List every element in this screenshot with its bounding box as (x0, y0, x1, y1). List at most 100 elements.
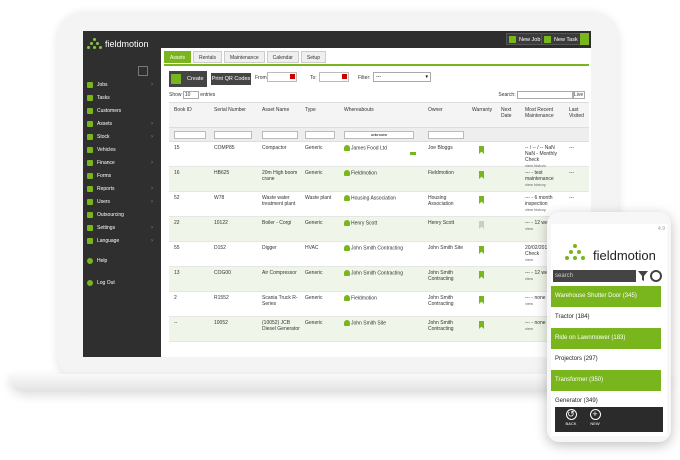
column-header[interactable]: Next Date (501, 107, 519, 119)
recent-maintenance-cell[interactable]: -- / -- / -- NaN NaN - Monthly Check view… (525, 145, 565, 169)
column-filter-input[interactable] (305, 131, 335, 139)
sidebar-item-settings[interactable]: Settings › (87, 222, 159, 235)
whereabouts-cell[interactable]: James Food Ltd (344, 145, 416, 151)
asset-category-item[interactable]: Transformer (350) (551, 370, 661, 391)
person-icon (344, 170, 350, 176)
tab-setup[interactable]: Setup (300, 51, 326, 63)
asset-category-item[interactable]: Ride on Lawnmower (183) (551, 328, 661, 349)
calendar-icon[interactable] (290, 74, 295, 79)
table-row[interactable]: 13 COG00 Air Compressor Generic John Smith C… (169, 267, 589, 292)
view-history-links[interactable]: view history (525, 182, 565, 188)
whereabouts-cell[interactable]: John Smith Contracting (344, 245, 416, 251)
new-job-button[interactable]: New Job (506, 33, 545, 45)
chevron-right-icon: › (151, 186, 153, 192)
warranty-ribbon-icon (479, 271, 484, 279)
whereabouts-text: Henry Scott (351, 220, 378, 227)
power-icon (87, 280, 93, 286)
table-row[interactable]: 55 D152 Digger HVAC John Smith Contracting Jo… (169, 242, 589, 267)
sidebar-item-vehicles[interactable]: Vehicles (87, 144, 159, 157)
column-header[interactable]: Book ID (174, 107, 208, 113)
column-header[interactable]: Serial Number (214, 107, 254, 113)
tab-rentals[interactable]: Rentals (193, 51, 222, 63)
column-header[interactable]: Most Recent Maintenance (525, 107, 565, 119)
column-filter-input[interactable] (174, 131, 206, 139)
type-cell: Generic (305, 270, 323, 276)
book-id-cell: 22 (174, 220, 180, 226)
whereabouts-cell[interactable]: John Smith Site (344, 320, 416, 326)
table-row[interactable]: 52 W78 Waste water treatment plant Waste pl… (169, 192, 589, 217)
table-row[interactable]: 16 HB625 20m High boom crane Generic Fieldmo… (169, 167, 589, 192)
filter-select[interactable]: --- ▾ (373, 72, 431, 82)
calendar-icon[interactable] (342, 74, 347, 79)
sidebar-item-reports[interactable]: Reports › (87, 183, 159, 196)
grid-icon[interactable] (138, 66, 148, 76)
person-icon (344, 270, 350, 276)
sidebar-item-tasks[interactable]: Tasks (87, 92, 159, 105)
column-header[interactable]: Last Visited (569, 107, 587, 119)
jobs-icon (87, 82, 93, 88)
assets-table: Book ID Serial Number Asset Name Type Wherea… (169, 102, 589, 342)
to-date-input[interactable] (319, 72, 349, 82)
sidebar-item-jobs[interactable]: Jobs › (87, 79, 159, 92)
table-row[interactable]: 15 COMP85 Compactor Generic James Food Ltd Jo… (169, 142, 589, 169)
person-icon (344, 295, 350, 301)
whereabouts-cell[interactable]: Fieldmotion (344, 170, 416, 176)
zoom-icon[interactable] (650, 270, 662, 282)
sidebar-help[interactable]: Help (87, 255, 159, 268)
filter-icon[interactable] (638, 271, 648, 281)
column-header[interactable]: Owner (428, 107, 466, 113)
recent-maintenance-cell[interactable]: --- - 6 month inspection view history (525, 195, 565, 213)
tab-calendar[interactable]: Calendar (266, 51, 299, 63)
sidebar-logout[interactable]: Log Out (87, 277, 159, 290)
recent-maintenance-cell[interactable]: --- - test maintenance view history (525, 170, 565, 188)
table-row[interactable]: 22 10122 Boiler - Corgi Generic Henry Scott H… (169, 217, 589, 242)
sidebar: fieldmotion Jobs › Tasks Customers Assets › St… (83, 31, 161, 357)
logo: fieldmotion (87, 36, 159, 52)
profile-icon[interactable] (580, 33, 589, 45)
sidebar-item-users[interactable]: Users › (87, 196, 159, 209)
search-input[interactable] (517, 90, 573, 99)
sidebar-item-finance[interactable]: Finance › (87, 157, 159, 170)
serial-cell: D152 (214, 245, 226, 251)
sidebar-item-label: Reports (97, 186, 115, 192)
sidebar-item-language[interactable]: Language › (87, 235, 159, 248)
page-size-select[interactable]: 10 (182, 90, 199, 99)
serial-cell: W78 (214, 195, 225, 201)
column-filter-input[interactable] (214, 131, 252, 139)
whereabouts-cell[interactable]: Fieldmotion (344, 295, 416, 301)
column-filter-input[interactable]: unknown (344, 131, 414, 139)
sidebar-item-label: Language (97, 238, 120, 244)
sidebar-item-outsourcing[interactable]: Outsourcing (87, 209, 159, 222)
sidebar-item-stock[interactable]: Stock › (87, 131, 159, 144)
new-task-button[interactable]: New Task (541, 33, 582, 45)
tab-assets[interactable]: Assets (164, 51, 192, 63)
print-qr-button[interactable]: Print QR Codes (211, 73, 251, 85)
phone-search-input[interactable]: search (553, 270, 636, 282)
whereabouts-cell[interactable]: Henry Scott (344, 220, 416, 226)
sidebar-item-forms[interactable]: Forms (87, 170, 159, 183)
column-filter-input[interactable] (262, 131, 298, 139)
table-row[interactable]: 2 R1552 Scania Truck R-Series Generic Fieldm… (169, 292, 589, 317)
new-button[interactable]: + NEW (585, 409, 605, 430)
live-button[interactable]: Live (573, 90, 585, 99)
create-button[interactable]: Create (169, 71, 207, 87)
asset-category-item[interactable]: Tractor (184) (551, 307, 667, 328)
column-header[interactable]: Whereabouts (344, 107, 416, 113)
sidebar-item-assets[interactable]: Assets › (87, 118, 159, 131)
asset-category-item[interactable]: Warehouse Shutter Door (345) (551, 286, 661, 307)
column-header[interactable]: Asset Name (262, 107, 300, 113)
whereabouts-cell[interactable]: Housing Association (344, 195, 416, 201)
back-button[interactable]: ↺ BACK (561, 409, 581, 430)
from-date-input[interactable] (267, 72, 297, 82)
column-header[interactable]: Warranty (472, 107, 492, 113)
asset-category-item[interactable]: Projectors (297) (551, 349, 667, 370)
tab-maintenance[interactable]: Maintenance (223, 51, 265, 63)
add-icon (171, 74, 181, 84)
column-filter-input[interactable] (428, 131, 464, 139)
help-icon (87, 258, 93, 264)
recent-maintenance-text: -- / -- / -- NaN NaN - Monthly Check (525, 145, 557, 163)
table-row[interactable]: -- 10052 (10052) JCB Diesel Generator Gener… (169, 317, 589, 342)
column-header[interactable]: Type (305, 107, 337, 113)
sidebar-item-customers[interactable]: Customers (87, 105, 159, 118)
whereabouts-cell[interactable]: John Smith Contracting (344, 270, 416, 276)
